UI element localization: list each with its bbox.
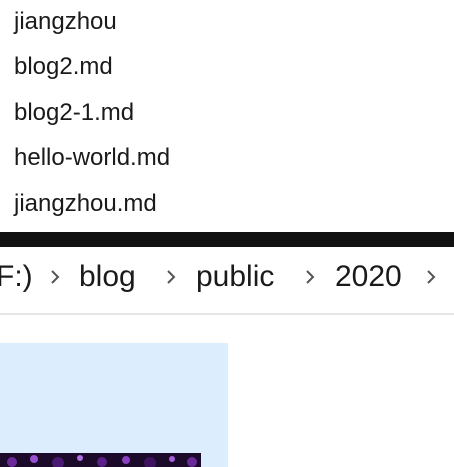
chevron-right-icon[interactable] [48,267,62,287]
breadcrumb-item-blog[interactable]: blog [79,257,136,297]
file-item-jiangzhou-md[interactable]: jiangzhou.md [14,184,157,224]
breadcrumb: F:) blog public 2020 [0,247,454,315]
chevron-right-icon[interactable] [424,267,438,287]
file-list: jiangzhou blog2.md blog2-1.md hello-worl… [0,0,454,232]
chevron-right-icon[interactable] [164,267,178,287]
chevron-right-icon[interactable] [303,267,317,287]
file-item-hello-world-md[interactable]: hello-world.md [14,138,170,178]
file-item-jiangzhou-folder[interactable]: jiangzhou [14,2,117,42]
image-thumbnail[interactable] [0,453,201,467]
selected-file-tile[interactable] [0,343,228,467]
breadcrumb-item-public[interactable]: public [196,257,274,297]
explorer-screenshot: jiangzhou blog2.md blog2-1.md hello-worl… [0,0,454,467]
breadcrumb-item-2020[interactable]: 2020 [335,257,402,297]
file-item-blog2-1-md[interactable]: blog2-1.md [14,93,134,133]
file-item-blog2-md[interactable]: blog2.md [14,47,113,87]
window-divider [0,232,454,247]
breadcrumb-item-drive[interactable]: F:) [0,257,33,297]
file-content-area [0,315,454,467]
